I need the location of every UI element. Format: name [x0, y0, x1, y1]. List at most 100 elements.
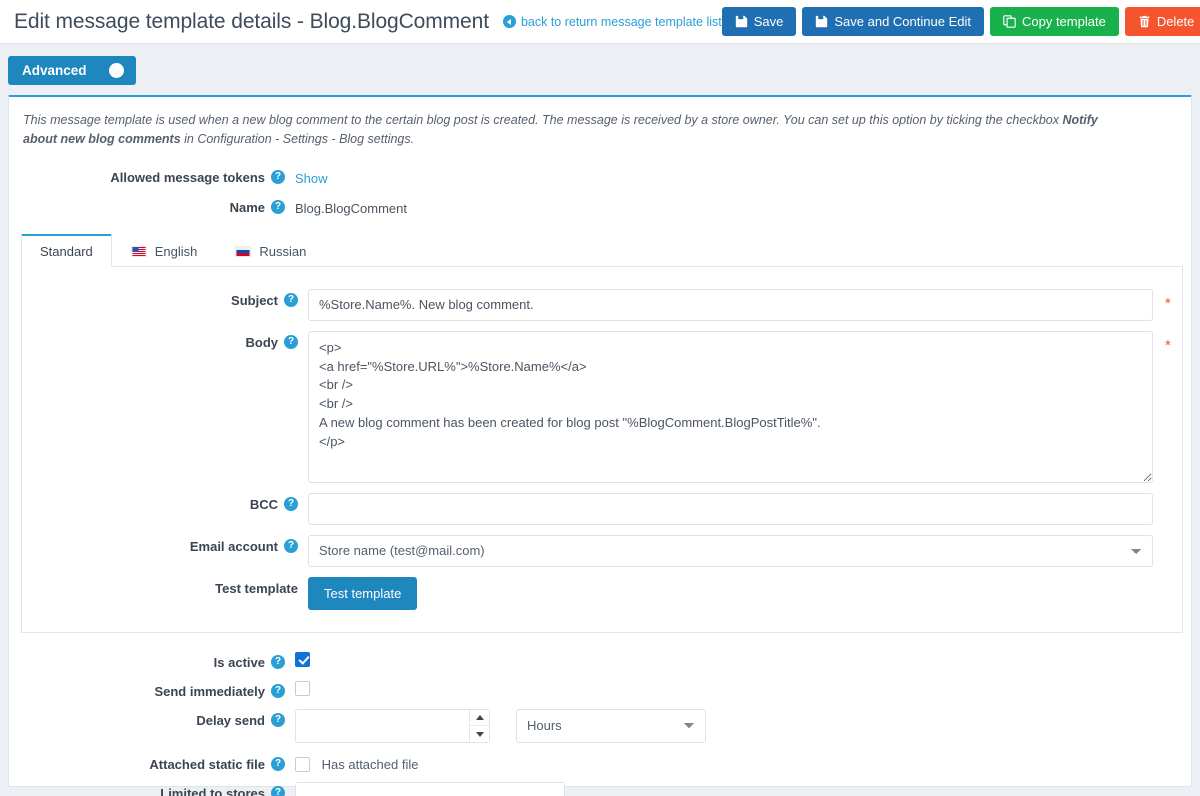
help-icon[interactable]: ?: [284, 335, 298, 349]
help-icon[interactable]: ?: [271, 713, 285, 727]
subject-input[interactable]: [308, 289, 1153, 321]
limited-to-stores-input[interactable]: [295, 782, 565, 796]
tab-russian-label: Russian: [259, 244, 306, 259]
test-template-button[interactable]: Test template: [308, 577, 417, 610]
spinner-decrement-button[interactable]: [470, 726, 489, 742]
test-template-label-wrap: Test template: [22, 575, 308, 596]
help-icon[interactable]: ?: [284, 497, 298, 511]
toggle-knob-icon: [109, 63, 124, 78]
locale-tabs-wrap: Standard English Russian Subject ?: [21, 234, 1183, 633]
help-icon[interactable]: ?: [271, 200, 285, 214]
delay-send-input[interactable]: [295, 709, 490, 743]
email-account-select[interactable]: Store name (test@mail.com): [308, 535, 1153, 567]
allowed-tokens-label-wrap: Allowed message tokens ?: [9, 164, 295, 185]
help-icon[interactable]: ?: [284, 293, 298, 307]
send-immediately-label-wrap: Send immediately ?: [9, 678, 295, 699]
tab-english-label: English: [155, 244, 198, 259]
help-icon[interactable]: ?: [271, 170, 285, 184]
template-description-note: This message template is used when a new…: [9, 97, 1144, 160]
page-header: Edit message template details - Blog.Blo…: [0, 0, 1200, 44]
name-label: Name: [230, 200, 265, 215]
name-value: Blog.BlogComment: [295, 196, 1191, 216]
message-template-card: This message template is used when a new…: [8, 95, 1192, 787]
required-asterisk: *: [1165, 289, 1171, 311]
attached-static-file-label: Attached static file: [149, 757, 265, 772]
save-button-label: Save: [754, 15, 784, 28]
limited-to-stores-label: Limited to stores: [160, 786, 265, 796]
back-to-list-label: back to return message template list: [521, 15, 722, 29]
send-immediately-label: Send immediately: [154, 684, 265, 699]
advanced-toggle-row: Advanced: [0, 44, 1200, 95]
required-asterisk: *: [1165, 331, 1171, 353]
delete-button-label: Delete: [1157, 15, 1195, 28]
help-icon[interactable]: ?: [271, 757, 285, 771]
tab-standard[interactable]: Standard: [21, 234, 112, 267]
body-row: Body ? <p> <a href="%Store.URL%">%Store.…: [22, 325, 1182, 487]
test-template-row: Test template Test template: [22, 571, 1182, 614]
ru-flag-icon: [235, 246, 251, 257]
email-account-label: Email account: [190, 539, 278, 554]
copy-template-label: Copy template: [1022, 15, 1106, 28]
tab-russian[interactable]: Russian: [216, 234, 325, 267]
save-and-continue-edit-button[interactable]: Save and Continue Edit: [802, 7, 984, 36]
is-active-label: Is active: [214, 655, 265, 670]
caret-down-icon: [476, 732, 484, 737]
page-title: Edit message template details - Blog.Blo…: [14, 10, 489, 34]
tab-standard-label: Standard: [40, 244, 93, 259]
note-text-part2: in Configuration - Settings - Blog setti…: [181, 132, 414, 146]
save-button[interactable]: Save: [722, 7, 797, 36]
email-account-label-wrap: Email account ?: [22, 533, 308, 554]
copy-template-button[interactable]: Copy template: [990, 7, 1119, 36]
header-button-group: Save Save and Continue Edit Copy templat…: [722, 7, 1200, 36]
is-active-control: [295, 649, 1191, 667]
circle-left-arrow-icon: [503, 15, 516, 28]
body-control: <p> <a href="%Store.URL%">%Store.Name%</…: [308, 329, 1182, 483]
floppy-save-icon: [735, 15, 748, 28]
bcc-input[interactable]: [308, 493, 1153, 525]
help-icon[interactable]: ?: [284, 539, 298, 553]
tab-english[interactable]: English: [112, 234, 217, 267]
bcc-label-wrap: BCC ?: [22, 491, 308, 512]
subject-row: Subject ? *: [22, 283, 1182, 325]
has-attached-file-label[interactable]: Has attached file: [322, 757, 419, 772]
bcc-row: BCC ?: [22, 487, 1182, 529]
allowed-tokens-row: Allowed message tokens ? Show: [9, 160, 1191, 190]
delay-send-control: Hours: [295, 707, 1191, 743]
show-tokens-link[interactable]: Show: [295, 166, 328, 186]
test-template-label: Test template: [215, 581, 298, 596]
delete-button[interactable]: Delete: [1125, 7, 1200, 36]
send-immediately-checkbox[interactable]: [295, 681, 310, 696]
subject-control: *: [308, 287, 1182, 321]
send-immediately-control: [295, 678, 1191, 696]
advanced-toggle[interactable]: Advanced: [8, 56, 136, 85]
floppy-save-icon: [815, 15, 828, 28]
delay-send-label: Delay send: [196, 713, 265, 728]
template-settings-rows: Is active ? Send immediately ? Delay sen…: [9, 633, 1191, 796]
is-active-checkbox[interactable]: [295, 652, 310, 667]
limited-to-stores-label-wrap: Limited to stores ?: [9, 780, 295, 796]
body-label-wrap: Body ?: [22, 329, 308, 350]
caret-up-icon: [476, 715, 484, 720]
body-label: Body: [246, 335, 279, 350]
attached-static-file-row: Attached static file ? Has attached file: [9, 747, 1191, 776]
help-icon[interactable]: ?: [271, 655, 285, 669]
us-flag-icon: [131, 246, 147, 257]
help-icon[interactable]: ?: [271, 684, 285, 698]
email-account-row: Email account ? Store name (test@mail.co…: [22, 529, 1182, 571]
delay-send-row: Delay send ? Hours: [9, 703, 1191, 747]
standard-tab-panel: Subject ? * Body ? <p> <a href="%Store.U…: [21, 267, 1183, 633]
help-icon[interactable]: ?: [271, 786, 285, 796]
delay-send-spinner: [469, 710, 489, 742]
back-to-list-link[interactable]: back to return message template list: [503, 15, 722, 29]
is-active-label-wrap: Is active ?: [9, 649, 295, 670]
body-textarea[interactable]: <p> <a href="%Store.URL%">%Store.Name%</…: [308, 331, 1153, 483]
has-attached-file-checkbox[interactable]: [295, 757, 310, 772]
is-active-row: Is active ?: [9, 645, 1191, 674]
spinner-increment-button[interactable]: [470, 710, 489, 727]
bcc-control: [308, 491, 1182, 525]
trash-icon: [1138, 15, 1151, 28]
name-control: Blog.BlogComment: [295, 194, 1191, 216]
delay-period-select[interactable]: Hours: [516, 709, 706, 743]
limited-to-stores-control: [295, 780, 1191, 796]
subject-label-wrap: Subject ?: [22, 287, 308, 308]
